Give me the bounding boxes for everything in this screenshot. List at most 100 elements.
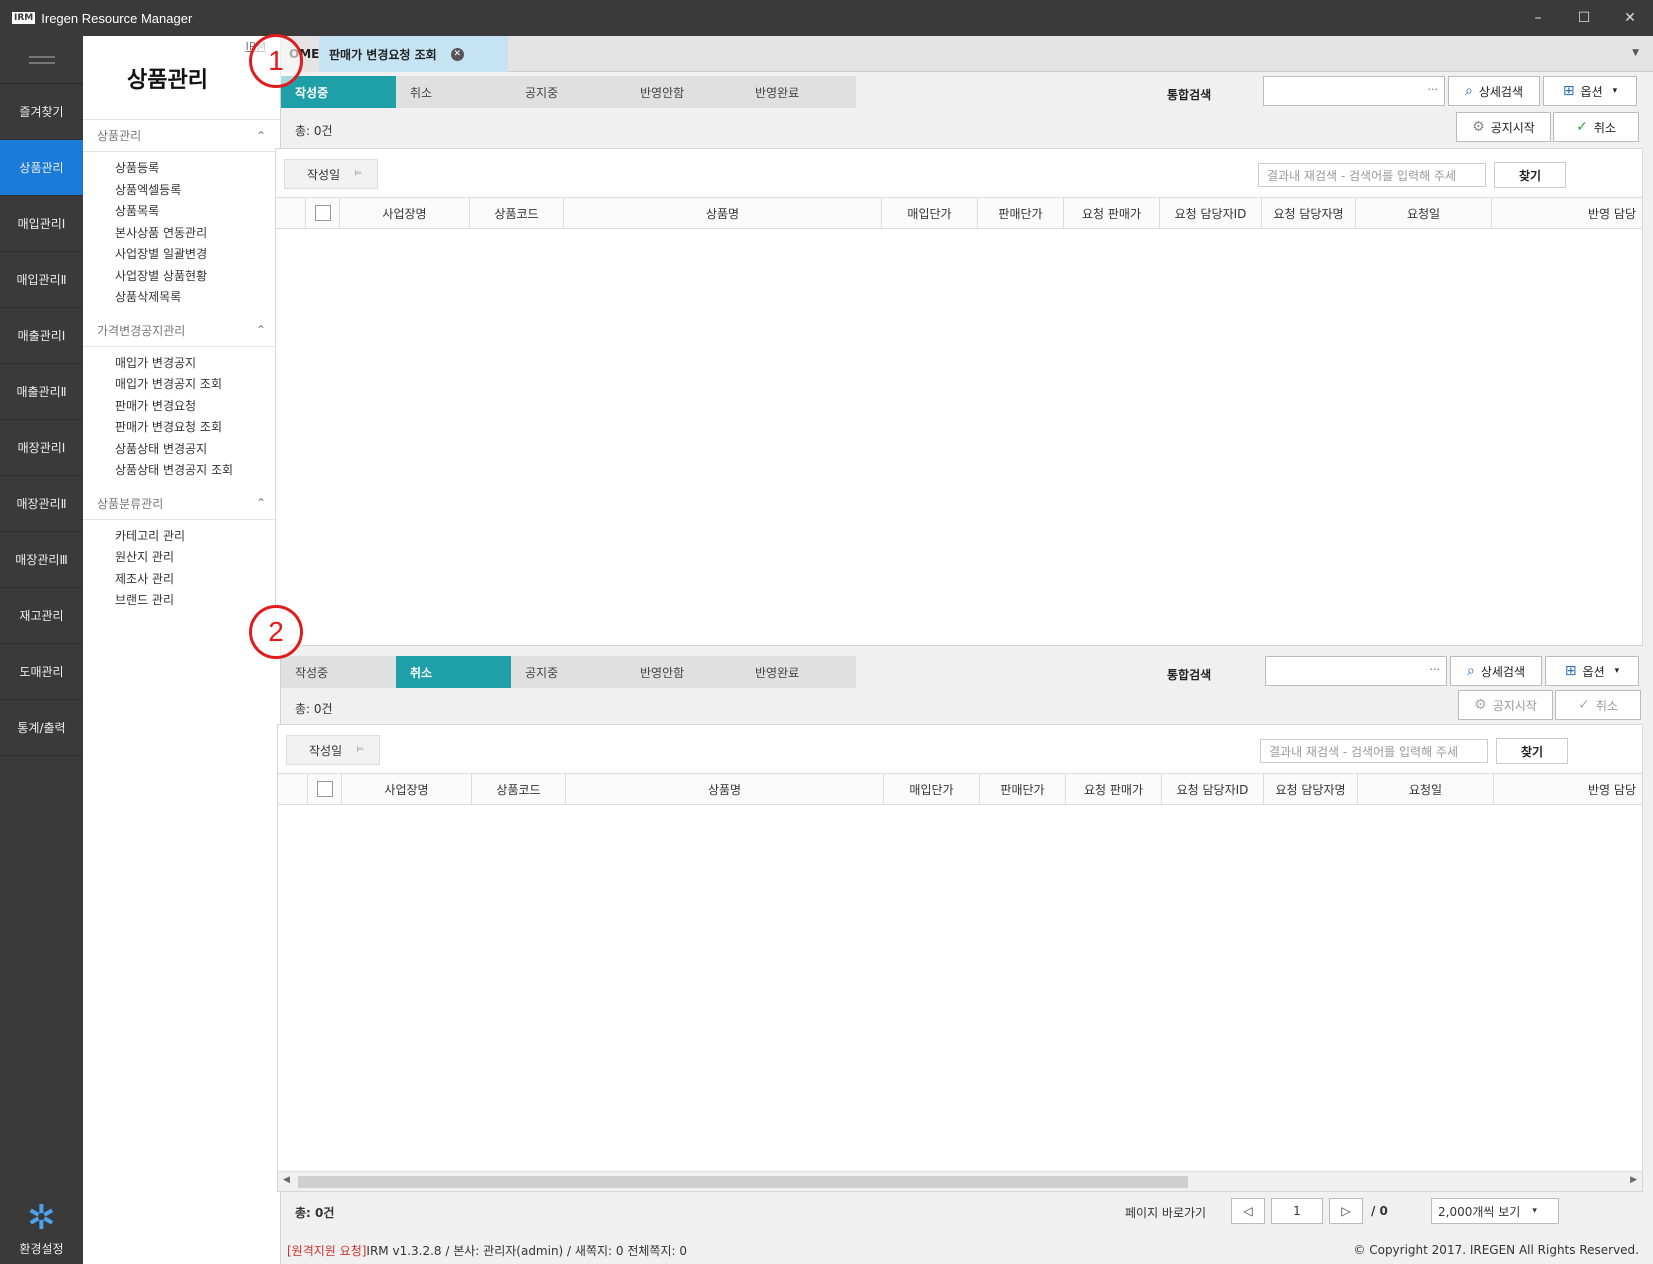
status-tab-writing[interactable]: 작성중 [281,76,396,108]
ellipsis-icon[interactable]: ··· [1428,83,1439,96]
menu-link[interactable]: 판매가 변경요청 조회 [115,417,280,439]
rail-item-wholesale[interactable]: 도매관리 [0,644,83,700]
menu-link[interactable]: 상품상태 변경공지 [115,439,280,461]
menu-link[interactable]: 판매가 변경요청 [115,396,280,418]
menu-link[interactable]: 제조사 관리 [115,569,280,591]
start-notice-button[interactable]: ⚙ 공지시작 [1456,112,1551,142]
scroll-right-icon[interactable]: ▶ [1630,1175,1637,1185]
col-product-code[interactable]: 상품코드 [470,198,564,228]
col-request-price[interactable]: 요청 판매가 [1066,774,1162,804]
tab-current[interactable]: 판매가 변경요청 조회 ✕ [319,36,508,72]
menu-link[interactable]: 브랜드 관리 [115,590,280,612]
col-requester-id[interactable]: 요청 담당자ID [1160,198,1262,228]
rail-item-sales-1[interactable]: 매출관리Ⅰ [0,308,83,364]
menu-link[interactable]: 상품상태 변경공지 조회 [115,460,280,482]
detail-search-button[interactable]: ⌕ 상세검색 [1450,656,1542,686]
date-filter-chip[interactable]: 작성일 ⊨ [286,735,380,765]
status-tab-applied[interactable]: 반영완료 [741,656,856,688]
refilter-input[interactable]: 결과내 재검색 - 검색어를 입력해 주세 [1260,739,1488,763]
tab-list-dropdown-icon[interactable]: ▼ [1632,48,1639,58]
ellipsis-icon[interactable]: ··· [1430,663,1441,676]
menu-link[interactable]: 상품등록 [115,158,280,180]
col-product-name[interactable]: 상품명 [566,774,884,804]
options-button[interactable]: ⊞ 옵션 ▾ [1545,656,1639,686]
page-number-input[interactable]: 1 [1271,1198,1323,1224]
col-purchase-price[interactable]: 매입단가 [884,774,980,804]
menu-link[interactable]: 매입가 변경공지 [115,353,280,375]
status-tab-noticing[interactable]: 공지중 [511,76,626,108]
status-tab-writing[interactable]: 작성중 [281,656,396,688]
rail-item-inventory[interactable]: 재고관리 [0,588,83,644]
col-requester-id[interactable]: 요청 담당자ID [1162,774,1264,804]
col-product-name[interactable]: 상품명 [564,198,882,228]
close-button[interactable]: ✕ [1607,0,1653,36]
menu-link[interactable]: 상품엑셀등록 [115,180,280,202]
menu-link[interactable]: 상품목록 [115,201,280,223]
status-tab-not-applied[interactable]: 반영안함 [626,76,741,108]
date-filter-chip[interactable]: 작성일 ⊨ [284,159,378,189]
col-applier[interactable]: 반영 담당 [1492,198,1642,228]
close-tab-icon[interactable]: ✕ [450,47,464,61]
status-tab-noticing[interactable]: 공지중 [511,656,626,688]
menu-link[interactable]: 카테고리 관리 [115,526,280,548]
col-purchase-price[interactable]: 매입단가 [882,198,978,228]
refilter-input[interactable]: 결과내 재검색 - 검색어를 입력해 주세 [1258,163,1486,187]
scrollbar-thumb[interactable] [298,1176,1188,1188]
rail-item-store-2[interactable]: 매장관리Ⅱ [0,476,83,532]
status-tab-applied[interactable]: 반영완료 [741,76,856,108]
remote-support-link[interactable]: [원격지원 요청] [287,1242,366,1259]
detail-search-button[interactable]: ⌕ 상세검색 [1448,76,1540,106]
rail-item-product[interactable]: 상품관리 [0,140,83,196]
rail-item-store-3[interactable]: 매장관리Ⅲ [0,532,83,588]
find-button[interactable]: 찾기 [1494,162,1566,188]
minimize-button[interactable]: – [1515,0,1561,36]
horizontal-scrollbar[interactable]: ◀ ▶ [278,1171,1642,1191]
search-input[interactable]: ··· [1265,656,1447,686]
col-requester-name[interactable]: 요청 담당자명 [1264,774,1358,804]
cancel-button[interactable]: ✓ 취소 [1553,112,1639,142]
status-tab-not-applied[interactable]: 반영안함 [626,656,741,688]
select-all-checkbox[interactable] [314,205,331,221]
cancel-button[interactable]: ✓ 취소 [1555,690,1641,720]
col-request-date[interactable]: 요청일 [1356,198,1492,228]
col-applier[interactable]: 반영 담당 [1494,774,1642,804]
page-size-select[interactable]: 2,000개씩 보기 ▾ [1431,1198,1559,1224]
maximize-button[interactable]: ☐ [1561,0,1607,36]
rail-item-purchase-2[interactable]: 매입관리Ⅱ [0,252,83,308]
status-tab-cancel[interactable]: 취소 [396,76,511,108]
rail-item-stats[interactable]: 통계/출력 [0,700,83,756]
section-header-price-notice[interactable]: 가격변경공지관리 ⌃ [83,315,280,347]
status-tab-cancel[interactable]: 취소 [396,656,511,688]
col-requester-name[interactable]: 요청 담당자명 [1262,198,1356,228]
search-label: 통합검색 [1167,668,1212,682]
rail-item-purchase-1[interactable]: 매입관리Ⅰ [0,196,83,252]
menu-link[interactable]: 상품삭제목록 [115,287,280,309]
options-button[interactable]: ⊞ 옵션 ▾ [1543,76,1637,106]
select-all-checkbox[interactable] [316,781,333,797]
hamburger-menu-icon[interactable] [0,36,83,84]
col-product-code[interactable]: 상품코드 [472,774,566,804]
next-page-button[interactable]: ▷ [1329,1198,1363,1224]
menu-link[interactable]: 사업장별 상품현황 [115,266,280,288]
rail-item-store-1[interactable]: 매장관리Ⅰ [0,420,83,476]
col-request-date[interactable]: 요청일 [1358,774,1494,804]
menu-link[interactable]: 원산지 관리 [115,547,280,569]
col-sale-price[interactable]: 판매단가 [980,774,1066,804]
prev-page-button[interactable]: ◁ [1231,1198,1265,1224]
scroll-left-icon[interactable]: ◀ [283,1175,290,1185]
section-header-category[interactable]: 상품분류관리 ⌃ [83,488,280,520]
col-store-name[interactable]: 사업장명 [342,774,472,804]
rail-item-favorites[interactable]: 즐겨찾기 [0,84,83,140]
search-input[interactable]: ··· [1263,76,1445,106]
col-request-price[interactable]: 요청 판매가 [1064,198,1160,228]
menu-link[interactable]: 사업장별 일괄변경 [115,244,280,266]
menu-link[interactable]: 본사상품 연동관리 [115,223,280,245]
start-notice-button[interactable]: ⚙ 공지시작 [1458,690,1553,720]
col-sale-price[interactable]: 판매단가 [978,198,1064,228]
section-header-product[interactable]: 상품관리 ⌃ [83,120,280,152]
settings-button[interactable]: ✲ 환경설정 [0,1192,83,1264]
rail-item-sales-2[interactable]: 매출관리Ⅱ [0,364,83,420]
menu-link[interactable]: 매입가 변경공지 조회 [115,374,280,396]
find-button[interactable]: 찾기 [1496,738,1568,764]
col-store-name[interactable]: 사업장명 [340,198,470,228]
